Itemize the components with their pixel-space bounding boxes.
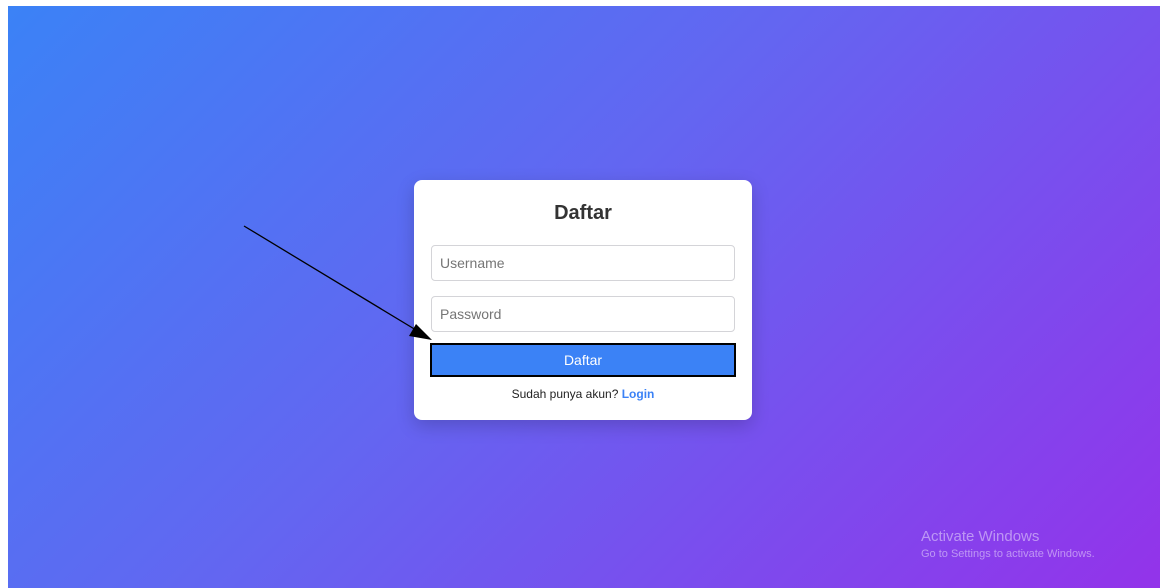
form-title: Daftar: [554, 202, 612, 224]
login-prompt-line: Sudah punya akun? Login: [414, 387, 752, 401]
login-prompt-text: Sudah punya akun?: [511, 387, 619, 401]
register-card: Daftar Daftar Sudah punya akun? Login: [414, 180, 752, 420]
password-input[interactable]: [431, 296, 735, 332]
username-input[interactable]: [431, 245, 735, 281]
login-link[interactable]: Login: [622, 387, 655, 401]
register-button[interactable]: Daftar: [430, 343, 736, 377]
windows-activation-watermark: Activate Windows Go to Settings to activ…: [921, 528, 1095, 562]
page-background: Daftar Daftar Sudah punya akun? Login Ac…: [8, 6, 1160, 588]
watermark-subtitle: Go to Settings to activate Windows.: [921, 548, 1095, 560]
watermark-title: Activate Windows: [921, 528, 1040, 545]
